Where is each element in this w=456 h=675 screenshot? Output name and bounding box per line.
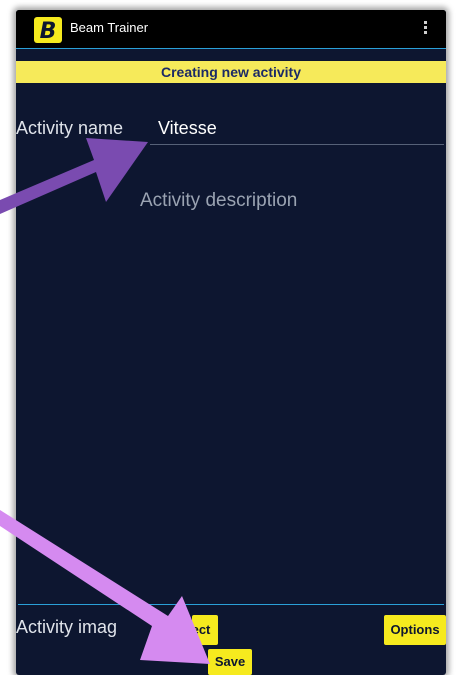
annotation-arrows [0,138,210,664]
arrow-to-save-button-icon [0,510,210,664]
arrow-to-name-field-icon [0,138,148,214]
